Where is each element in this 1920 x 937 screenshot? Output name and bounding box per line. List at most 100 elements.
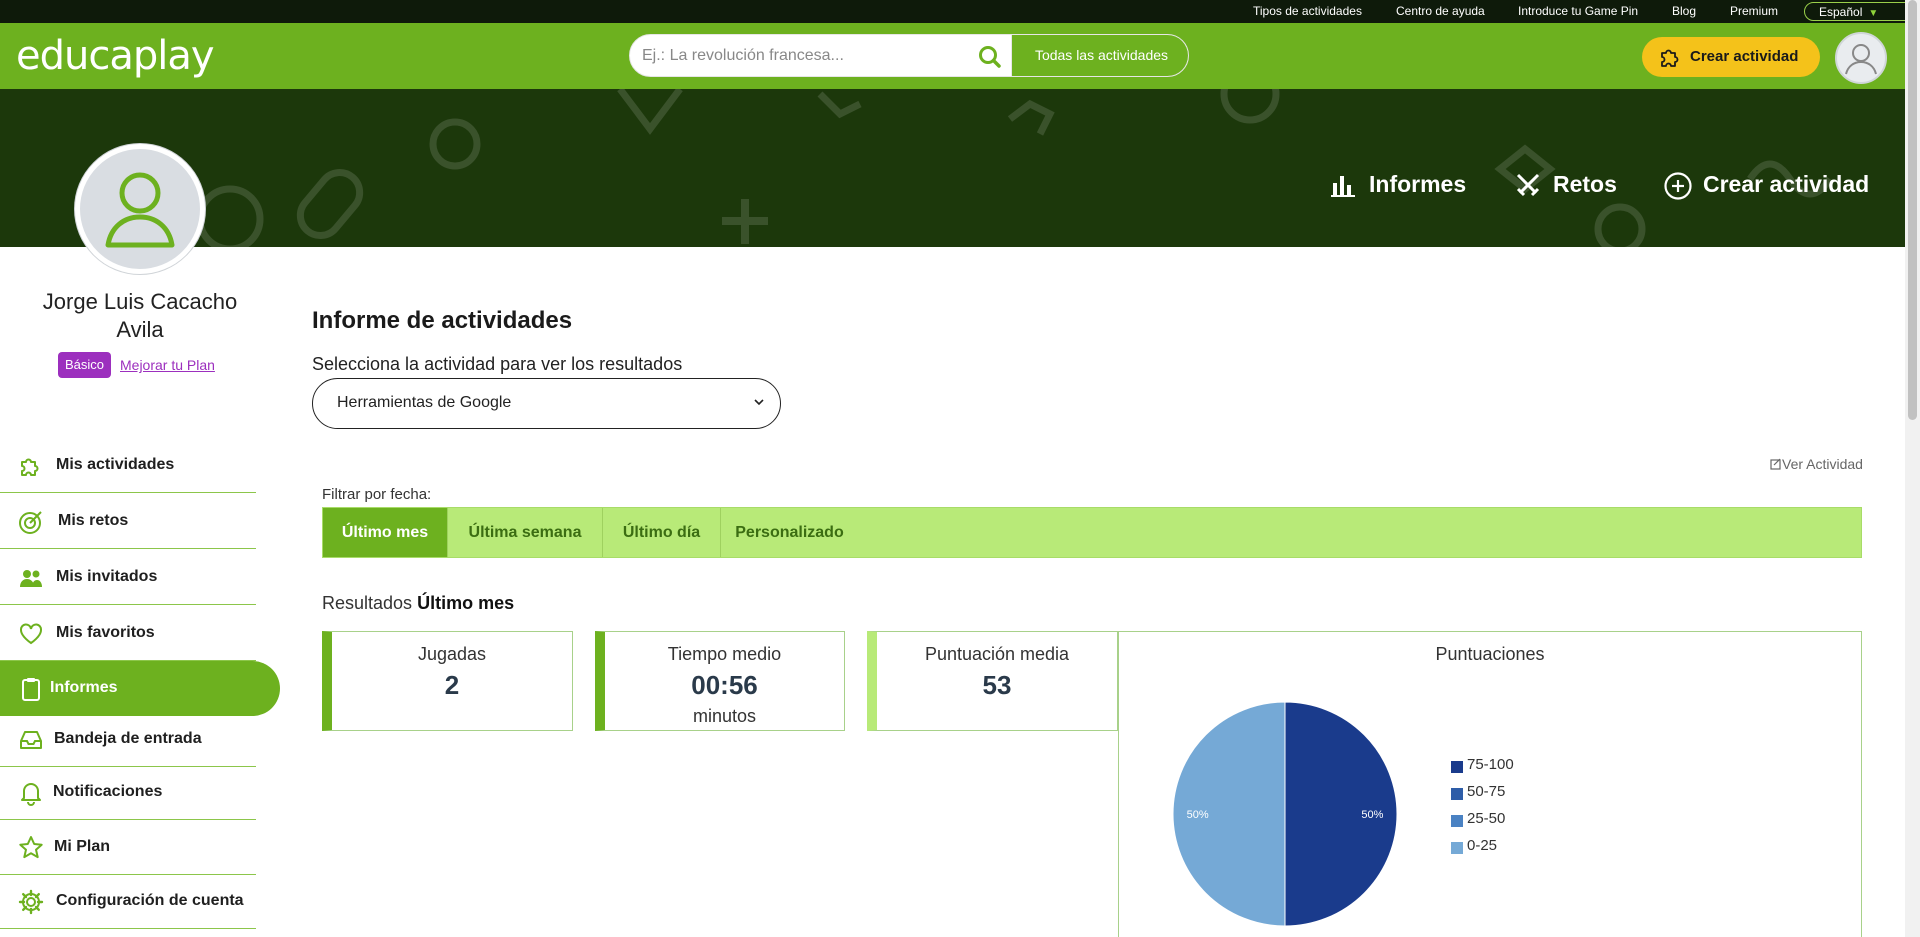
sidebar-item-notifications[interactable]: Notificaciones — [0, 765, 256, 820]
sidebar-item-account-settings[interactable]: Configuración de cuenta — [0, 874, 256, 929]
external-edit-icon — [1770, 458, 1781, 470]
create-activity-label: Crear actividad — [1690, 48, 1799, 65]
sidebar-item-label: Mi Plan — [54, 838, 111, 855]
educaplay-logo[interactable]: educaplay — [16, 33, 215, 79]
avg-time-title: Tiempo medio — [667, 644, 782, 664]
scrollbar-thumb[interactable] — [1908, 0, 1917, 420]
banner-nav-challenges[interactable]: Retos — [1514, 171, 1617, 198]
tab-last-day[interactable]: Último día — [603, 508, 721, 557]
legend-label: 75-100 — [1467, 756, 1514, 773]
legend-swatch — [1451, 815, 1463, 827]
swords-icon — [1516, 173, 1540, 197]
gear-icon — [18, 889, 44, 915]
tab-last-month[interactable]: Último mes — [323, 508, 448, 557]
upgrade-plan-link[interactable]: Mejorar tu Plan — [120, 357, 215, 373]
sidebar-item-label: Mis invitados — [56, 568, 158, 585]
scores-pie-chart: 50% 50% — [1172, 701, 1398, 927]
avg-time-unit: minutos — [692, 706, 757, 726]
page-scrollbar[interactable] — [1905, 0, 1920, 937]
sidebar-item-label: Configuración de cuenta — [56, 892, 244, 909]
bell-icon — [21, 783, 41, 806]
results-title: Resultados Último mes — [322, 593, 514, 614]
sidebar-item-reports[interactable]: Informes — [0, 661, 280, 716]
banner-pattern — [196, 89, 1833, 247]
link-blog[interactable]: Blog — [1672, 4, 1696, 18]
plays-card: Jugadas 2 — [322, 631, 573, 731]
plays-value: 2 — [444, 670, 460, 700]
banner-create-label: Crear actividad — [1703, 171, 1870, 197]
main-header: educaplay Todas las actividades Crear ac… — [0, 23, 1920, 89]
legend-label: 50-75 — [1467, 783, 1506, 800]
legend-item[interactable]: 50-75 — [1451, 783, 1514, 810]
banner-nav-create[interactable]: Crear actividad — [1663, 171, 1870, 200]
legend-swatch — [1451, 761, 1463, 773]
sidebar-item-label: Bandeja de entrada — [54, 730, 202, 747]
tab-custom[interactable]: Personalizado — [721, 508, 858, 557]
profile-name: Jorge Luis Cacacho Avila — [42, 289, 238, 342]
sidebar-item-inbox[interactable]: Bandeja de entrada — [0, 712, 256, 767]
plays-title: Jugadas — [417, 644, 487, 664]
activity-select[interactable]: Herramientas de Google — [312, 378, 781, 429]
profile-banner: Informes Retos Crear actividad — [0, 89, 1905, 247]
star-icon — [19, 836, 43, 859]
sidebar-item-favorites[interactable]: Mis favoritos — [0, 606, 256, 661]
sidebar-item-label: Mis actividades — [56, 456, 175, 473]
avg-score-value: 53 — [982, 670, 1012, 700]
tab-last-week[interactable]: Última semana — [448, 508, 603, 557]
legend-item[interactable]: 25-50 — [1451, 810, 1514, 837]
avg-time-card: Tiempo medio 00:56 minutos — [595, 631, 845, 731]
activity-select-label: Selecciona la actividad para ver los res… — [312, 354, 683, 374]
link-activity-types[interactable]: Tipos de actividades — [1253, 4, 1362, 18]
link-help-center[interactable]: Centro de ayuda — [1396, 4, 1485, 18]
create-activity-button[interactable]: Crear actividad — [1642, 37, 1820, 77]
chart-legend: 75-100 50-75 25-50 0-25 — [1451, 756, 1514, 864]
view-activity-label: Ver Actividad — [1782, 456, 1863, 472]
search-icon[interactable] — [977, 44, 1003, 70]
legend-label: 25-50 — [1467, 810, 1506, 827]
banner-reports-label: Informes — [1369, 171, 1467, 197]
avg-score-title: Puntuación media — [924, 644, 1070, 664]
heart-icon — [20, 623, 42, 645]
user-icon — [105, 172, 175, 248]
people-icon — [20, 570, 42, 587]
inbox-icon — [20, 731, 42, 749]
search-input[interactable] — [642, 43, 982, 69]
plus-circle-icon — [1664, 172, 1692, 200]
sidebar-item-label: Mis favoritos — [56, 624, 155, 641]
chevron-down-icon: ▼ — [1868, 8, 1879, 19]
plan-badge: Básico — [58, 352, 111, 378]
sidebar-item-guests[interactable]: Mis invitados — [0, 550, 256, 605]
view-activity-link[interactable]: Ver Actividad — [1770, 456, 1863, 472]
activity-select-value: Herramientas de Google — [337, 394, 512, 411]
link-premium[interactable]: Premium — [1730, 4, 1778, 18]
scores-pie-card: Puntuaciones 50% 50% 75-100 50-75 25-50 0-25 — [1118, 631, 1862, 937]
page-title: Informe de actividades — [312, 307, 573, 334]
profile-avatar[interactable] — [75, 144, 205, 274]
puzzle-icon — [21, 458, 39, 476]
bar-chart-icon — [1331, 176, 1355, 197]
puzzle-icon — [1661, 49, 1679, 67]
target-icon — [19, 511, 42, 534]
legend-item[interactable]: 0-25 — [1451, 837, 1514, 864]
date-filter-label: Filtrar por fecha: — [322, 486, 432, 503]
results-period: Último mes — [417, 593, 515, 613]
chevron-down-icon — [754, 399, 764, 406]
pie-data-label: 50% — [1187, 809, 1209, 821]
language-selector[interactable]: Español ▼ — [1804, 2, 1920, 21]
sidebar-item-challenges[interactable]: Mis retos — [0, 494, 256, 549]
legend-label: 0-25 — [1467, 837, 1498, 854]
pie-data-label: 50% — [1361, 809, 1383, 821]
sidebar-item-plan[interactable]: Mi Plan — [0, 820, 256, 875]
results-prefix: Resultados — [322, 593, 413, 613]
legend-swatch — [1451, 788, 1463, 800]
sidebar-item-activities[interactable]: Mis actividades — [0, 438, 256, 493]
banner-nav-reports[interactable]: Informes — [1330, 171, 1466, 198]
legend-item[interactable]: 75-100 — [1451, 756, 1514, 783]
avg-time-value: 00:56 — [691, 670, 758, 700]
user-avatar[interactable] — [1835, 32, 1887, 84]
legend-swatch — [1451, 842, 1463, 854]
banner-challenges-label: Retos — [1553, 171, 1617, 197]
search-scope-button[interactable]: Todas las actividades — [1011, 35, 1188, 76]
sidebar-item-label: Informes — [50, 679, 118, 696]
link-game-pin[interactable]: Introduce tu Game Pin — [1518, 4, 1638, 18]
